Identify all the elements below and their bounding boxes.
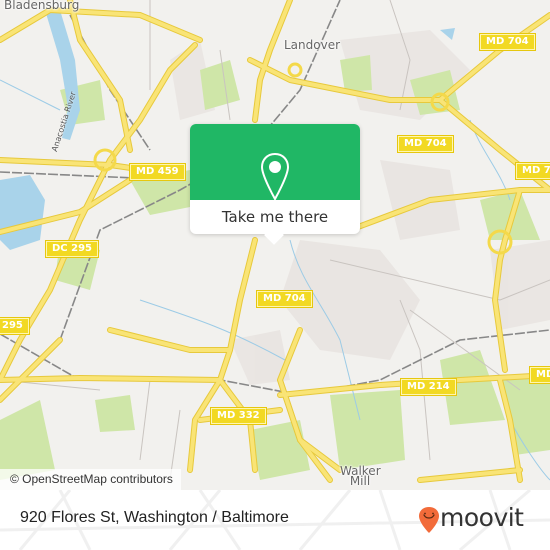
popup-header	[190, 124, 360, 202]
map[interactable]: Bladensburg Landover Walker Mill Anacost…	[0, 0, 550, 490]
place-label-walker-mill: Walker Mill	[340, 464, 381, 488]
location-pin-icon	[260, 152, 290, 202]
route-shield-md459: MD 459	[129, 163, 186, 181]
moovit-pin-icon	[419, 507, 439, 533]
route-shield-295: 295	[0, 317, 30, 335]
place-label-landover: Landover	[284, 38, 341, 52]
route-shield-md704: MD 704	[397, 135, 454, 153]
route-shield-md332: MD 332	[210, 407, 267, 425]
place-label-bladensburg: Bladensburg	[4, 0, 80, 12]
take-me-there-button[interactable]: Take me there	[190, 200, 360, 234]
route-shield-md214: MD 214	[529, 366, 550, 384]
route-shield-md704: MD 704	[515, 162, 550, 180]
route-shield-md704: MD 704	[256, 290, 313, 308]
route-shield-dc295: DC 295	[45, 240, 99, 258]
map-attribution[interactable]: © OpenStreetMap contributors	[0, 469, 181, 490]
destination-address: 920 Flores St, Washington / Baltimore	[20, 509, 289, 526]
moovit-wordmark: moovit	[440, 503, 524, 532]
route-shield-md214: MD 214	[400, 378, 457, 396]
route-shield-md704: MD 704	[479, 33, 536, 51]
take-me-there-popup[interactable]: Take me there	[190, 124, 360, 245]
footer: 920 Flores St, Washington / Baltimore mo…	[0, 490, 550, 550]
